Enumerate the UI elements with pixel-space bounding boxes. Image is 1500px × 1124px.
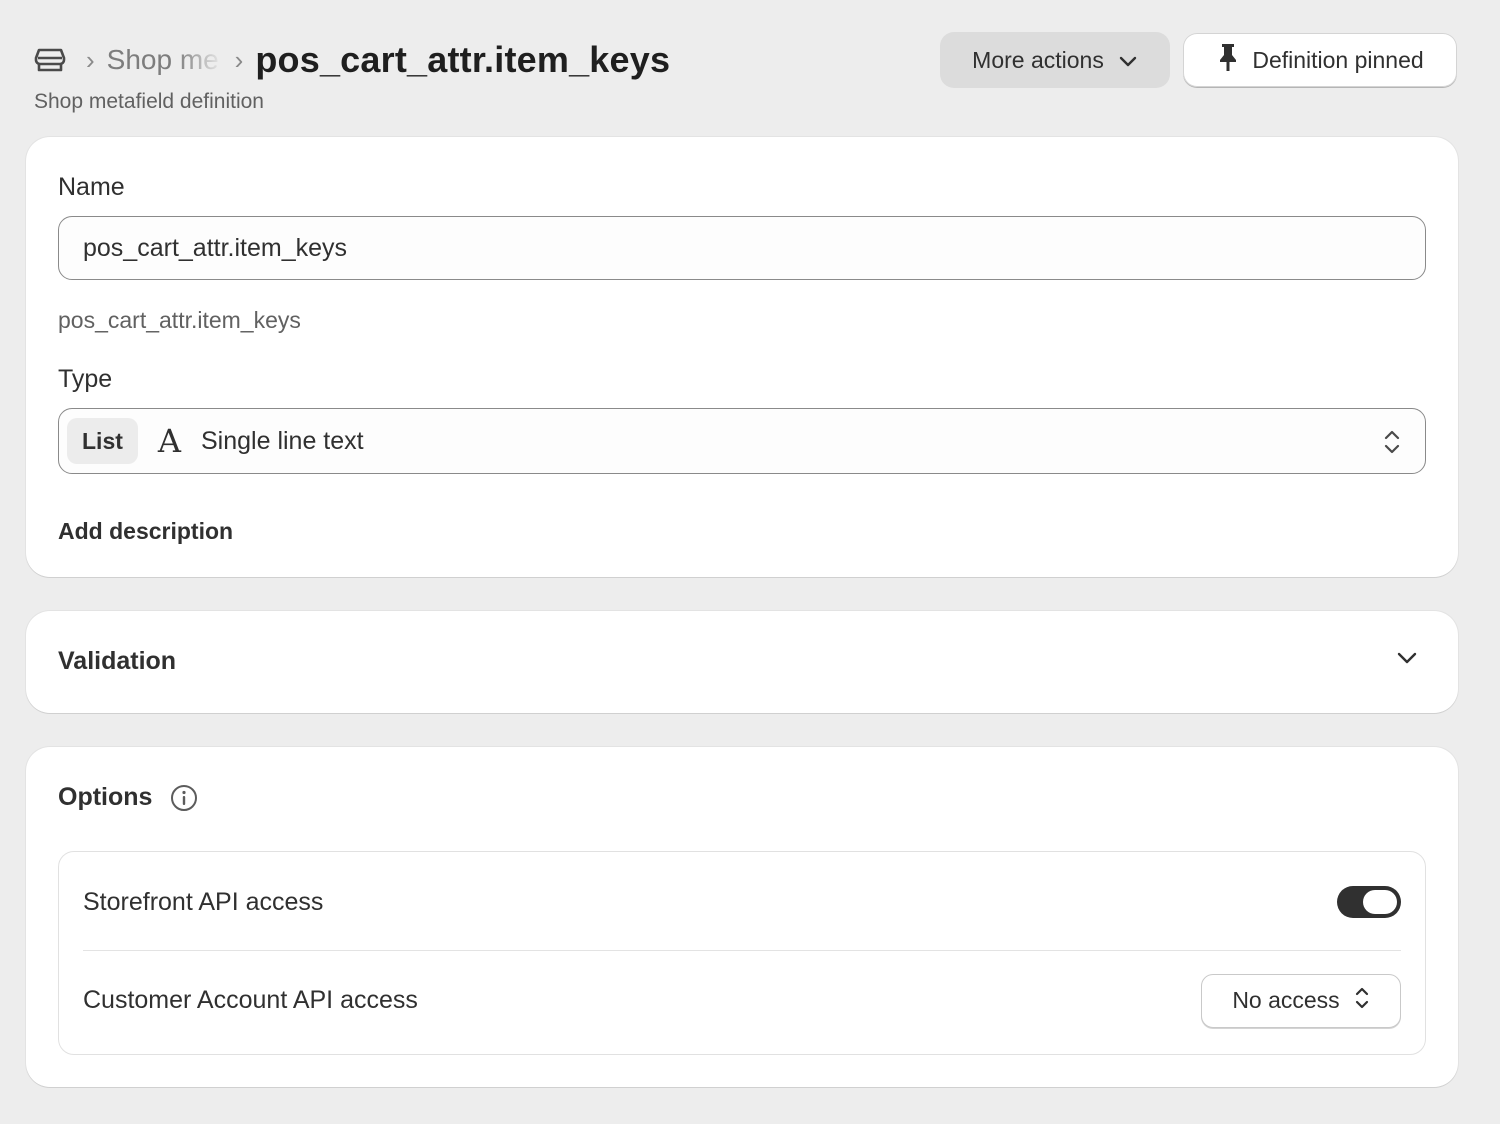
page-header: › Shop me › pos_cart_attr.item_keys Shop… <box>34 30 1464 120</box>
list-chip: List <box>67 418 138 464</box>
name-label: Name <box>58 173 125 201</box>
breadcrumb-separator: › <box>234 45 244 75</box>
page-title: pos_cart_attr.item_keys <box>255 39 671 80</box>
add-description-button[interactable]: Add description <box>58 518 233 545</box>
definition-pinned-label: Definition pinned <box>1252 46 1424 73</box>
options-card: Options Storefront API access Customer A… <box>26 747 1458 1087</box>
type-label: Type <box>58 365 113 393</box>
breadcrumb-separator: › <box>86 45 95 75</box>
pin-icon <box>1216 42 1240 78</box>
breadcrumb: › Shop me › pos_cart_attr.item_keys <box>34 38 670 82</box>
customer-account-api-select[interactable]: No access <box>1201 973 1401 1028</box>
type-value: Single line text <box>201 426 364 455</box>
chevron-down-icon <box>1118 47 1138 74</box>
definition-pinned-button[interactable]: Definition pinned <box>1183 33 1457 87</box>
name-field[interactable]: pos_cart_attr.item_keys <box>58 216 1426 280</box>
up-down-icon <box>1354 984 1370 1018</box>
page-subtitle: Shop metafield definition <box>34 90 264 113</box>
namespace-key-text: pos_cart_attr.item_keys <box>58 307 301 333</box>
storefront-api-toggle[interactable] <box>1337 886 1401 918</box>
options-title: Options <box>58 783 153 811</box>
storefront-api-row: Storefront API access <box>83 852 1401 952</box>
type-select[interactable]: List A Single line text <box>58 408 1426 474</box>
options-list: Storefront API access Customer Account A… <box>58 851 1426 1055</box>
more-actions-button[interactable]: More actions <box>940 32 1170 88</box>
validation-title: Validation <box>58 647 177 675</box>
text-type-icon: A <box>157 422 181 460</box>
customer-account-api-row: Customer Account API access No access <box>83 950 1401 1050</box>
toggle-knob <box>1363 890 1397 914</box>
customer-account-api-label: Customer Account API access <box>83 986 418 1014</box>
validation-card[interactable]: Validation <box>26 611 1458 713</box>
more-actions-label: More actions <box>972 46 1104 73</box>
info-icon[interactable] <box>170 784 198 817</box>
storefront-api-label: Storefront API access <box>83 887 324 916</box>
customer-account-api-value: No access <box>1232 987 1340 1013</box>
definition-details-card: Name pos_cart_attr.item_keys pos_cart_at… <box>26 137 1458 577</box>
up-down-icon <box>1383 427 1401 462</box>
breadcrumb-parent-link[interactable]: Shop me <box>107 44 223 76</box>
store-icon[interactable] <box>34 38 74 82</box>
chevron-down-icon[interactable] <box>1396 651 1418 670</box>
